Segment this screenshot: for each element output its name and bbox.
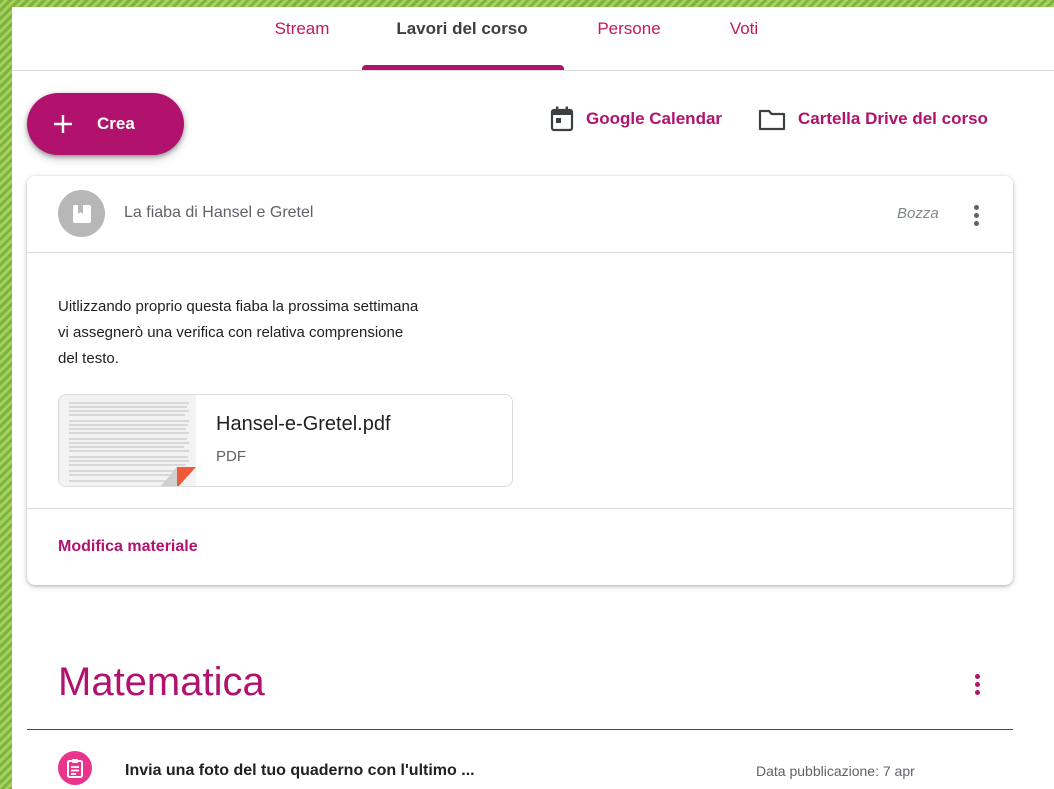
pdf-thumbnail-icon <box>59 395 196 486</box>
attachment-type: PDF <box>216 448 246 465</box>
create-button-label: Crea <box>97 114 135 133</box>
pdf-attachment[interactable]: Hansel-e-Gretel.pdf PDF <box>58 394 513 487</box>
material-description: Uitlizzando proprio questa fiaba la pros… <box>58 294 498 372</box>
topic-divider <box>27 729 1013 730</box>
plus-icon <box>54 115 72 133</box>
drive-folder-label: Cartella Drive del corso <box>798 109 988 128</box>
description-line: vi assegnerò una verifica con relativa c… <box>58 324 404 341</box>
edit-material-link[interactable]: Modifica materiale <box>58 538 198 556</box>
calendar-icon <box>550 106 574 132</box>
topic-title: Matematica <box>58 660 265 704</box>
material-card-header[interactable]: La fiaba di Hansel e Gretel Bozza <box>27 176 1013 253</box>
tab-classwork[interactable]: Lavori del corso <box>387 19 537 59</box>
folder-icon <box>758 109 786 131</box>
course-tabs: Stream Lavori del corso Persone Voti <box>12 7 1054 71</box>
attachment-name: Hansel-e-Gretel.pdf <box>216 413 391 435</box>
active-tab-indicator <box>362 65 564 70</box>
material-card: La fiaba di Hansel e Gretel Bozza Uitliz… <box>27 176 1013 585</box>
tab-stream[interactable]: Stream <box>267 19 337 59</box>
create-button[interactable]: Crea <box>27 93 184 155</box>
assignment-title[interactable]: Invia una foto del tuo quaderno con l'ul… <box>125 762 475 780</box>
bookmark-icon <box>58 190 105 237</box>
drive-folder-link[interactable]: Cartella Drive del corso <box>758 105 988 133</box>
description-line: Uitlizzando proprio questa fiaba la pros… <box>58 298 419 315</box>
description-line: del testo. <box>58 350 119 367</box>
material-title: La fiaba di Hansel e Gretel <box>124 204 314 221</box>
more-vert-icon[interactable] <box>965 669 989 699</box>
google-calendar-link[interactable]: Google Calendar <box>550 105 722 133</box>
google-calendar-label: Google Calendar <box>586 109 723 128</box>
more-vert-icon[interactable] <box>964 200 988 230</box>
assignment-date: Data pubblicazione: 7 apr <box>756 763 915 779</box>
tab-people[interactable]: Persone <box>589 19 669 59</box>
tab-grades[interactable]: Voti <box>724 19 764 59</box>
assignment-icon <box>58 751 92 785</box>
material-card-footer: Modifica materiale <box>27 508 1013 585</box>
draft-badge: Bozza <box>897 205 939 222</box>
classroom-page: Stream Lavori del corso Persone Voti Cre… <box>12 7 1054 789</box>
